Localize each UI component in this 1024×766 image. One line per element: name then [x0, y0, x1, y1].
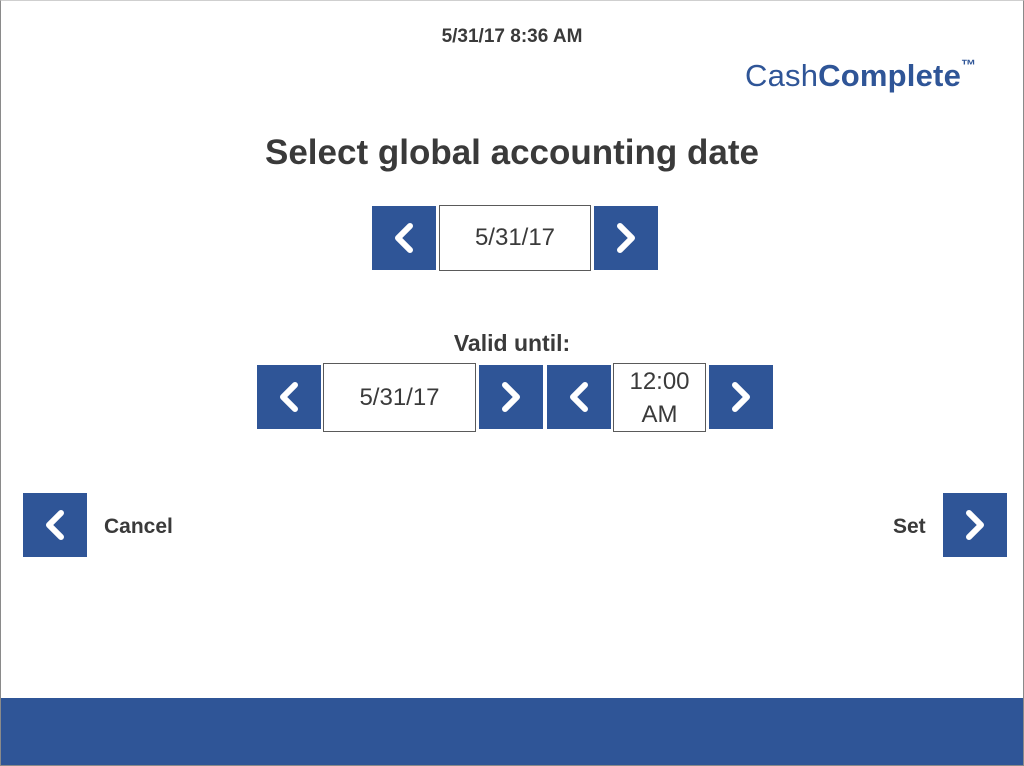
- chevron-right-icon: [617, 223, 635, 253]
- app-window: 5/31/17 8:36 AM CashComplete™ Select glo…: [0, 0, 1024, 766]
- valid-until-label: Valid until:: [453, 330, 571, 356]
- chevron-right-icon: [966, 510, 984, 540]
- current-datetime: 5/31/17 8:36 AM: [441, 26, 583, 47]
- set-label[interactable]: Set: [893, 515, 926, 539]
- valid-until-time-value: 12:00 AM: [613, 363, 706, 432]
- valid-until-date-value: 5/31/17: [323, 363, 476, 432]
- accounting-date-next-button[interactable]: [594, 206, 658, 270]
- logo-text-bold: Complete: [818, 58, 962, 93]
- set-button[interactable]: [943, 493, 1007, 557]
- accounting-date-previous-button[interactable]: [372, 206, 436, 270]
- chevron-left-icon: [280, 382, 298, 412]
- accounting-date-value: 5/31/17: [439, 205, 591, 271]
- logo-trademark: ™: [961, 57, 977, 74]
- valid-until-date-previous-button[interactable]: [257, 365, 321, 429]
- valid-until-time-previous-button[interactable]: [547, 365, 611, 429]
- cashcomplete-logo: CashComplete™: [745, 57, 976, 94]
- footer-bar: [1, 698, 1023, 765]
- valid-until-time-next-button[interactable]: [709, 365, 773, 429]
- logo-text-regular: Cash: [745, 58, 819, 93]
- valid-until-time-meridiem: AM: [641, 400, 678, 428]
- valid-until-date-next-button[interactable]: [479, 365, 543, 429]
- cancel-button[interactable]: [23, 493, 87, 557]
- cancel-label[interactable]: Cancel: [104, 515, 173, 539]
- chevron-left-icon: [570, 382, 588, 412]
- chevron-right-icon: [502, 382, 520, 412]
- chevron-left-icon: [46, 510, 64, 540]
- page-title: Select global accounting date: [265, 133, 759, 172]
- chevron-left-icon: [395, 223, 413, 253]
- chevron-right-icon: [732, 382, 750, 412]
- valid-until-time-hours: 12:00: [629, 367, 690, 395]
